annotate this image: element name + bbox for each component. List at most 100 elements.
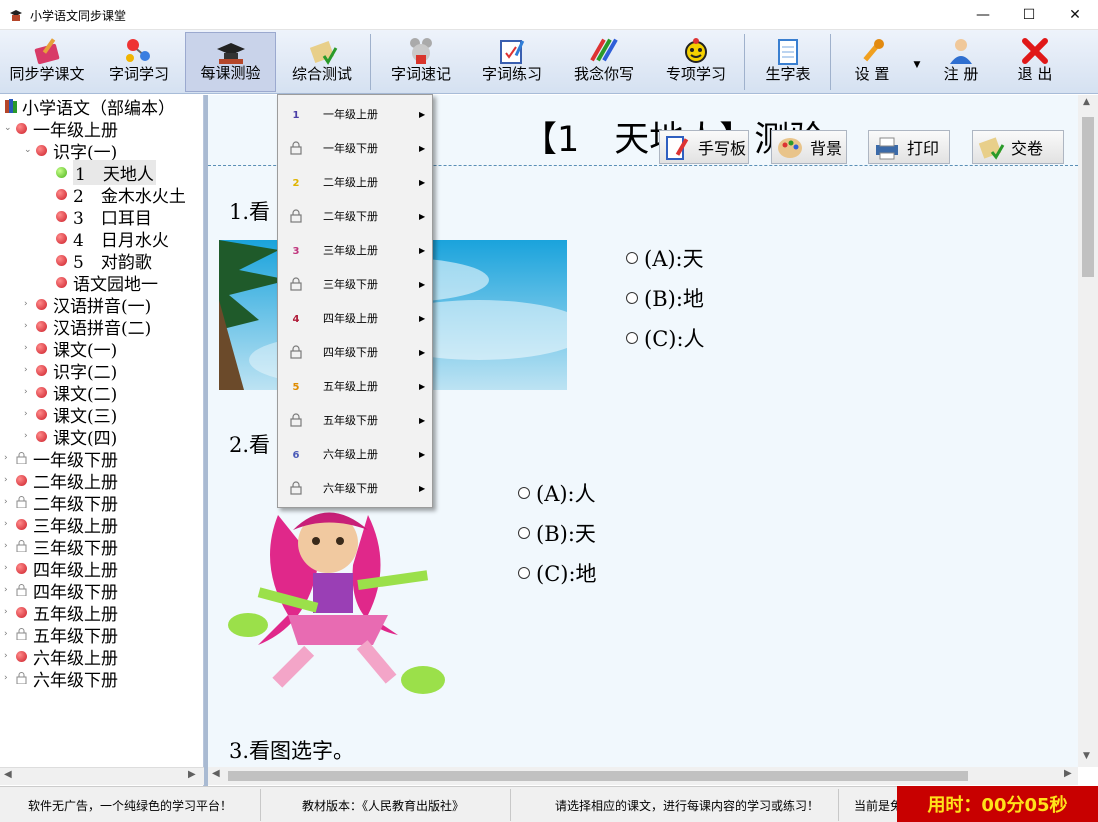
tree-collapsed-chevron-icon[interactable]: ›	[4, 585, 16, 595]
menu-item[interactable]: 三年级下册▶	[278, 267, 432, 301]
radio-button[interactable]	[626, 332, 638, 344]
tree-root[interactable]: 小学语文（部编本）	[4, 95, 175, 117]
tree-collapsed-chevron-icon[interactable]: ›	[24, 299, 36, 309]
menu-item[interactable]: 二年级下册▶	[278, 199, 432, 233]
scroll-thumb[interactable]	[228, 771, 968, 781]
radio-button[interactable]	[518, 527, 530, 539]
close-button[interactable]: ✕	[1052, 0, 1098, 30]
tree-node[interactable]: ›四年级下册	[4, 579, 118, 601]
radio-button[interactable]	[626, 292, 638, 304]
radio-button[interactable]	[626, 252, 638, 264]
print-button[interactable]: 打印	[868, 130, 950, 164]
toolbar-button-register[interactable]: 注 册	[928, 32, 994, 92]
scroll-right-icon[interactable]: ▶	[188, 769, 196, 780]
tree-node[interactable]: ⌄一年级上册	[4, 117, 118, 139]
menu-item[interactable]: 6六年级上册▶	[278, 437, 432, 471]
tree-node[interactable]: ›汉语拼音(二)	[24, 315, 151, 337]
radio-button[interactable]	[518, 567, 530, 579]
tree-collapsed-chevron-icon[interactable]: ›	[24, 431, 36, 441]
tree-node[interactable]: ›三年级上册	[4, 513, 118, 535]
tree-collapsed-chevron-icon[interactable]: ›	[4, 607, 16, 617]
toolbar-button-sync-text[interactable]: 同步学课文	[2, 32, 92, 92]
settings-dropdown-arrow[interactable]: ▼	[908, 32, 926, 92]
tree-node[interactable]: ›识字(二)	[24, 359, 117, 381]
menu-item[interactable]: 五年级下册▶	[278, 403, 432, 437]
menu-item[interactable]: 5五年级上册▶	[278, 369, 432, 403]
tree-node[interactable]: 5 对韵歌	[44, 249, 152, 271]
menu-item[interactable]: 一年级下册▶	[278, 131, 432, 165]
scroll-down-icon[interactable]: ▼	[1083, 751, 1090, 761]
tree-node[interactable]: 2 金木水火土	[44, 183, 186, 205]
tree-node[interactable]: ›课文(三)	[24, 403, 117, 425]
tree-node[interactable]: ›四年级上册	[4, 557, 118, 579]
tree-collapsed-chevron-icon[interactable]: ›	[4, 673, 16, 683]
content-horizontal-scrollbar[interactable]: ◀ ▶	[208, 767, 1078, 785]
toolbar-button-exit[interactable]: 退 出	[1000, 32, 1070, 92]
tree-node[interactable]: ›课文(二)	[24, 381, 117, 403]
tree-collapsed-chevron-icon[interactable]: ›	[4, 519, 16, 529]
tree-collapsed-chevron-icon[interactable]: ›	[4, 453, 16, 463]
tree-collapsed-chevron-icon[interactable]: ›	[24, 387, 36, 397]
tree-node[interactable]: ›二年级下册	[4, 491, 118, 513]
tree-node[interactable]: 1 天地人	[44, 161, 156, 183]
question-1-option-c[interactable]: (C):人	[626, 323, 705, 353]
tree-node[interactable]: ›课文(一)	[24, 337, 117, 359]
handwriting-button[interactable]: 手写板	[659, 130, 749, 164]
menu-item[interactable]: 4四年级上册▶	[278, 301, 432, 335]
tree-collapsed-chevron-icon[interactable]: ›	[24, 343, 36, 353]
question-2-option-c[interactable]: (C):地	[518, 558, 597, 588]
tree-node[interactable]: ›五年级下册	[4, 623, 118, 645]
toolbar-button-word-study[interactable]: 字词学习	[96, 32, 182, 92]
toolbar-button-special-study[interactable]: 专项学习	[653, 32, 739, 92]
menu-item[interactable]: 六年级下册▶	[278, 471, 432, 505]
tree-collapsed-chevron-icon[interactable]: ›	[24, 409, 36, 419]
submit-button[interactable]: 交卷	[972, 130, 1064, 164]
tree-collapsed-chevron-icon[interactable]: ›	[4, 563, 16, 573]
tree-node[interactable]: 语文园地一	[44, 271, 158, 293]
tree-expanded-chevron-icon[interactable]: ⌄	[24, 145, 36, 155]
radio-button[interactable]	[518, 487, 530, 499]
tree-collapsed-chevron-icon[interactable]: ›	[24, 321, 36, 331]
tree-collapsed-chevron-icon[interactable]: ›	[4, 541, 16, 551]
toolbar-button-settings[interactable]: 设 置	[836, 32, 908, 92]
scroll-up-icon[interactable]: ▲	[1083, 97, 1090, 107]
toolbar-button-character-list[interactable]: 生字表	[750, 32, 826, 92]
tree-node[interactable]: ›二年级上册	[4, 469, 118, 491]
background-button[interactable]: 背景	[771, 130, 847, 164]
tree-node[interactable]: ⌄识字(一)	[24, 139, 117, 161]
menu-item[interactable]: 3三年级上册▶	[278, 233, 432, 267]
content-vertical-scrollbar[interactable]: ▲ ▼	[1078, 95, 1098, 767]
tree-collapsed-chevron-icon[interactable]: ›	[4, 475, 16, 485]
tree-collapsed-chevron-icon[interactable]: ›	[24, 365, 36, 375]
toolbar-button-comprehensive-test[interactable]: 综合测试	[279, 32, 365, 92]
question-2-option-b[interactable]: (B):天	[518, 518, 596, 548]
question-2-option-a[interactable]: (A):人	[518, 478, 596, 508]
scroll-thumb[interactable]	[1082, 117, 1094, 277]
tree-node[interactable]: ›课文(四)	[24, 425, 117, 447]
question-1-option-b[interactable]: (B):地	[626, 283, 704, 313]
tree-collapsed-chevron-icon[interactable]: ›	[4, 497, 16, 507]
scroll-right-icon[interactable]: ▶	[1064, 768, 1072, 779]
tree-node[interactable]: 3 口耳目	[44, 205, 152, 227]
menu-item[interactable]: 2二年级上册▶	[278, 165, 432, 199]
tree-expanded-chevron-icon[interactable]: ⌄	[4, 123, 16, 133]
toolbar-button-word-memorize[interactable]: 字词速记	[376, 32, 466, 92]
tree-node[interactable]: ›一年级下册	[4, 447, 118, 469]
minimize-button[interactable]: —	[960, 0, 1006, 30]
tree-collapsed-chevron-icon[interactable]: ›	[4, 629, 16, 639]
menu-item[interactable]: 1一年级上册▶	[278, 97, 432, 131]
toolbar-button-dictation[interactable]: 我念你写	[558, 32, 650, 92]
tree-node[interactable]: ›六年级上册	[4, 645, 118, 667]
question-1-option-a[interactable]: (A):天	[626, 243, 704, 273]
maximize-button[interactable]: ☐	[1006, 0, 1052, 30]
menu-item[interactable]: 四年级下册▶	[278, 335, 432, 369]
tree-node[interactable]: ›汉语拼音(一)	[24, 293, 151, 315]
tree-node[interactable]: 4 日月水火	[44, 227, 169, 249]
scroll-left-icon[interactable]: ◀	[4, 769, 12, 780]
tree-collapsed-chevron-icon[interactable]: ›	[4, 651, 16, 661]
toolbar-button-word-practice[interactable]: 字词练习	[469, 32, 555, 92]
tree-node[interactable]: ›三年级下册	[4, 535, 118, 557]
tree-node[interactable]: ›五年级上册	[4, 601, 118, 623]
tree-node[interactable]: ›六年级下册	[4, 667, 118, 689]
scroll-left-icon[interactable]: ◀	[212, 768, 220, 779]
